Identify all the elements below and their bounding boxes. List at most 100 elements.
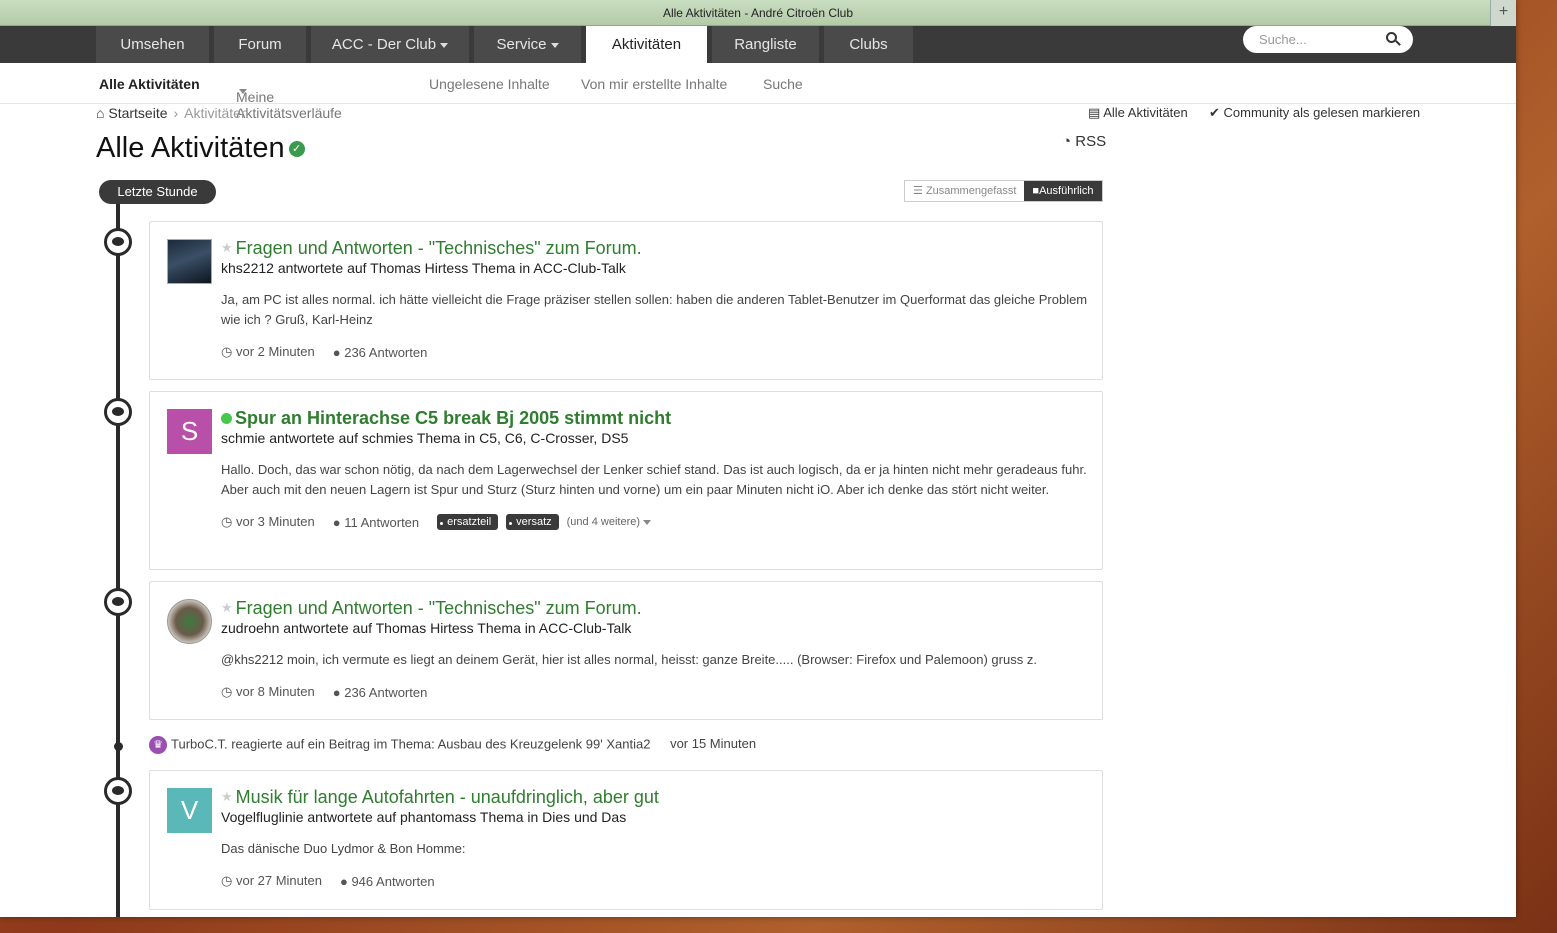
card-title-link[interactable]: ★ Fragen und Antworten - "Technisches" zu…	[221, 238, 1088, 259]
chevron-down-icon	[643, 519, 652, 525]
comment-icon: ●	[339, 873, 348, 889]
card-subtitle: schmie antwortete auf schmies Thema in C…	[221, 430, 629, 446]
check-icon: ✔	[1209, 105, 1220, 120]
newspaper-icon: ▤	[1088, 105, 1101, 120]
condensed-view-button[interactable]: ☰ Zusammengefasst	[905, 181, 1024, 201]
avatar[interactable]	[167, 239, 212, 284]
nav-clubs[interactable]: Clubs	[824, 26, 913, 63]
nav-aktivitaeten[interactable]: Aktivitäten	[586, 26, 707, 63]
comment-icon	[104, 398, 132, 426]
nav-forum[interactable]: Forum	[214, 26, 306, 63]
avatar[interactable]: V	[167, 788, 212, 833]
activity-card: V ★ Musik für lange Autofahrten - unaufdr…	[149, 770, 1103, 910]
card-excerpt: Das dänische Duo Lydmor & Bon Homme:	[221, 841, 466, 856]
card-excerpt: @khs2212 moin, ich vermute es liegt an d…	[221, 652, 1037, 667]
breadcrumb-current: Aktivitäten	[184, 105, 249, 121]
nav-acc-der-club[interactable]: ACC - Der Club	[311, 26, 469, 63]
comment-icon	[104, 777, 132, 805]
breadcrumb-home[interactable]: Startseite	[108, 105, 167, 121]
card-excerpt: Hallo. Doch, das war schon nötig, da nac…	[221, 462, 1087, 497]
activity-card: ★ Fragen und Antworten - "Technisches" zu…	[149, 581, 1103, 720]
card-meta: ◷ vor 3 Minuten ● 11 Antworten ersatztei…	[221, 514, 1088, 530]
card-title-link[interactable]: Spur an Hinterachse C5 break Bj 2005 sti…	[221, 408, 1088, 429]
card-title-text: Musik für lange Autofahrten - unaufdring…	[235, 787, 659, 807]
activity-card: ★ Fragen und Antworten - "Technisches" zu…	[149, 221, 1103, 380]
nav-umsehen[interactable]: Umsehen	[96, 26, 209, 63]
time-section-label: Letzte Stunde	[99, 180, 216, 204]
reaction-time: vor 15 Minuten	[670, 736, 757, 752]
star-icon: ★	[221, 789, 233, 804]
activity-card: S Spur an Hinterachse C5 break Bj 2005 s…	[149, 391, 1103, 570]
subnav-eigene-inhalte[interactable]: Von mir erstellte Inhalte	[581, 76, 727, 92]
page-title-text: Alle Aktivitäten	[96, 132, 285, 164]
rss-link[interactable]: ◔ RSS	[1062, 133, 1106, 150]
timeline-dot	[114, 742, 123, 751]
avatar[interactable]	[167, 599, 212, 644]
avatar[interactable]: S	[167, 409, 212, 454]
browser-window: Alle Aktivitäten - André Citroën Club + …	[0, 0, 1516, 917]
nav-label: ACC - Der Club	[331, 36, 437, 53]
card-excerpt: Ja, am PC ist alles normal. ich hätte vi…	[221, 292, 1088, 327]
card-time: ◷ vor 8 Minuten	[221, 684, 315, 700]
comment-icon: ●	[332, 514, 341, 530]
chevron-down-icon	[550, 42, 559, 48]
nav-service[interactable]: Service	[474, 26, 581, 63]
card-meta: ◷ vor 27 Minuten ● 946 Antworten	[221, 873, 1088, 889]
all-activity-label: Alle Aktivitäten	[1103, 105, 1188, 120]
expanded-view-button[interactable]: ■Ausführlich	[1024, 181, 1102, 201]
clock-icon: ◷	[221, 514, 233, 529]
clock-icon: ◷	[221, 684, 233, 699]
card-subtitle: zudroehn antwortete auf Thomas Hirtess T…	[221, 620, 632, 636]
search-placeholder: Suche...	[1259, 32, 1307, 47]
list-icon: ☰	[913, 185, 923, 197]
card-time: ◷ vor 27 Minuten	[221, 873, 322, 889]
card-replies: ● 11 Antworten	[333, 515, 419, 530]
rss-icon: ◔	[1062, 133, 1072, 150]
mark-read-label: Community als gelesen markieren	[1223, 105, 1421, 120]
time-text: vor 3 Minuten	[235, 514, 315, 529]
card-meta: ◷ vor 2 Minuten ● 236 Antworten	[221, 344, 1088, 360]
more-tags-toggle[interactable]: (und 4 weitere)	[566, 516, 652, 528]
search-input[interactable]: Suche...	[1243, 26, 1413, 53]
unread-dot-icon	[221, 413, 232, 424]
comment-icon	[104, 588, 132, 616]
card-replies: ● 236 Antworten	[333, 685, 428, 700]
card-meta: ◷ vor 8 Minuten ● 236 Antworten	[221, 684, 1088, 700]
replies-text: 11 Antworten	[344, 514, 420, 530]
comment-icon	[104, 228, 132, 256]
rss-label: RSS	[1075, 133, 1107, 150]
card-subtitle: khs2212 antwortete auf Thomas Hirtess Th…	[221, 260, 626, 276]
card-title-link[interactable]: ★ Fragen und Antworten - "Technisches" zu…	[221, 598, 1088, 619]
card-replies: ● 946 Antworten	[340, 874, 435, 889]
tag[interactable]: versatz	[506, 514, 559, 530]
card-title-text: Fragen und Antworten - "Technisches" zum…	[235, 598, 642, 618]
star-icon: ★	[221, 240, 233, 255]
mark-read-link[interactable]: ✔ Community als gelesen markieren	[1209, 105, 1420, 121]
reaction-text[interactable]: TurboC.T. reagierte auf ein Beitrag im T…	[171, 736, 650, 751]
page-title: Alle Aktivitäten ✓	[96, 132, 305, 165]
reaction-entry: ♛ TurboC.T. reagierte auf ein Beitrag im …	[149, 736, 756, 754]
subnav-alle-aktivitaeten[interactable]: Alle Aktivitäten	[99, 76, 200, 92]
window-title: Alle Aktivitäten - André Citroën Club	[662, 6, 854, 20]
subnav-suche[interactable]: Suche	[763, 76, 803, 92]
timeline-line	[116, 204, 120, 917]
condensed-label: Zusammengefasst	[925, 185, 1017, 197]
nav-rangliste[interactable]: Rangliste	[712, 26, 819, 63]
nav-label: Clubs	[849, 36, 888, 53]
replies-text: 236 Antworten	[344, 684, 428, 700]
all-activity-link[interactable]: ▤ Alle Aktivitäten	[1088, 105, 1188, 121]
card-time: ◷ vor 2 Minuten	[221, 344, 315, 360]
new-tab-button[interactable]: +	[1490, 0, 1516, 26]
subnav-ungelesene[interactable]: Ungelesene Inhalte	[429, 76, 550, 92]
replies-text: 946 Antworten	[351, 873, 435, 889]
chevron-down-icon	[440, 42, 449, 48]
more-tags-label: (und 4 weitere)	[566, 516, 641, 528]
card-time: ◷ vor 3 Minuten	[221, 514, 315, 530]
tag[interactable]: ersatzteil	[437, 514, 499, 530]
clock-icon: ◷	[221, 344, 233, 359]
time-text: vor 27 Minuten	[235, 873, 322, 888]
trophy-icon: ♛	[149, 736, 167, 754]
search-icon[interactable]	[1386, 32, 1397, 43]
card-title-text: Fragen und Antworten - "Technisches" zum…	[235, 238, 642, 258]
card-title-link[interactable]: ★ Musik für lange Autofahrten - unaufdrin…	[221, 787, 1088, 808]
